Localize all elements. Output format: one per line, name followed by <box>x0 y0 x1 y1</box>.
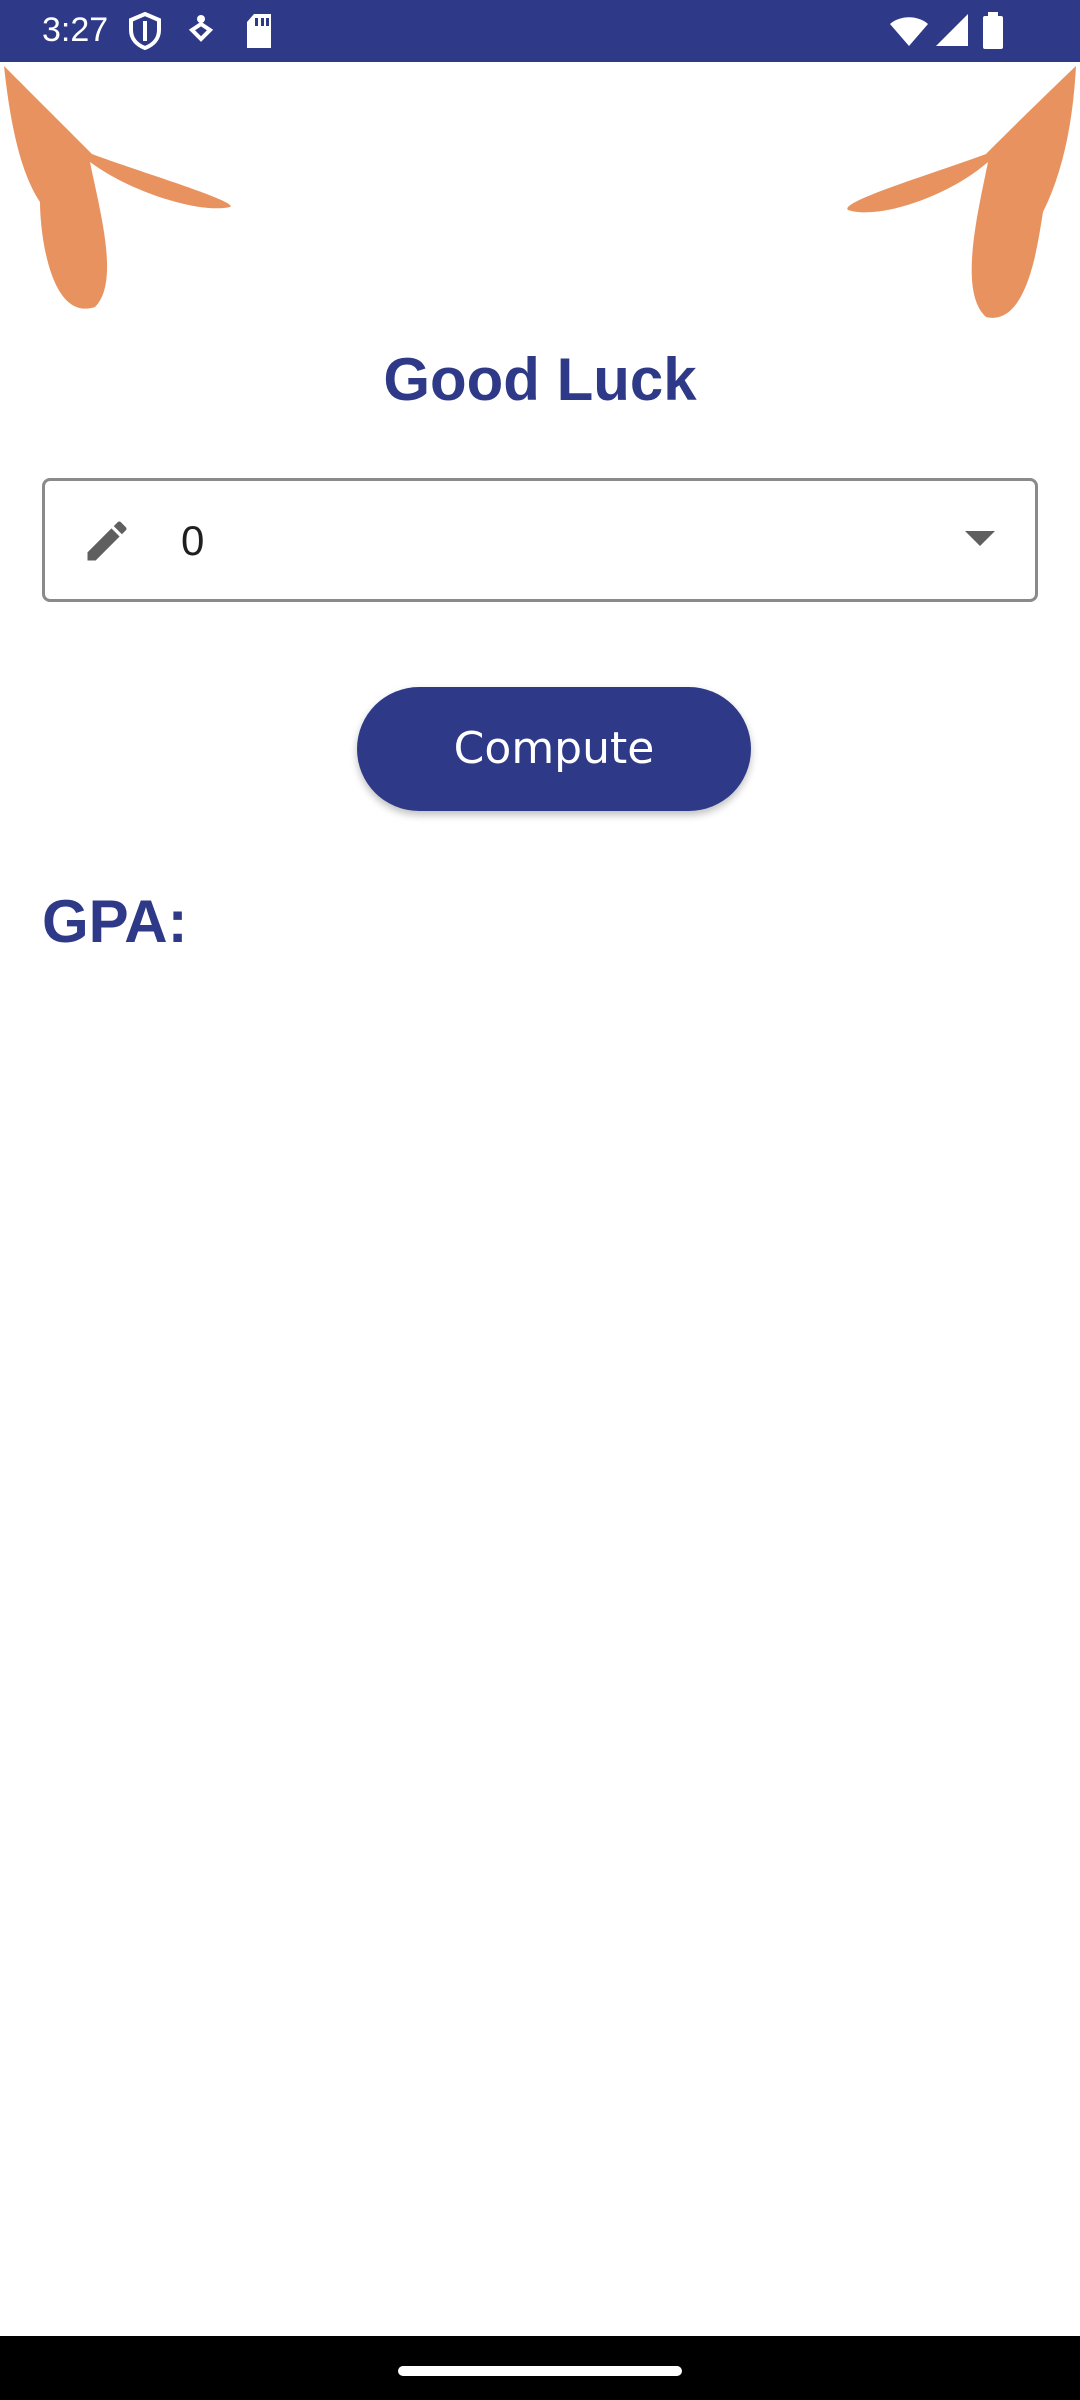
dropdown-arrow-icon[interactable] <box>965 531 995 552</box>
status-bar: 3:27 <box>0 0 1080 62</box>
left-petal-decoration <box>0 62 240 317</box>
field-value: 0 <box>181 517 205 564</box>
grade-select-field[interactable]: 0 <box>42 478 1038 602</box>
right-petal-decoration <box>838 62 1080 327</box>
battery-icon <box>982 12 1004 55</box>
compute-button[interactable]: Compute <box>357 687 751 811</box>
screen: 3:27 Good Luck 0 Compute GPA: <box>0 0 1080 2400</box>
sd-card-icon <box>244 12 274 55</box>
navigation-bar <box>0 2336 1080 2400</box>
wifi-icon <box>888 14 930 53</box>
accessibility-icon <box>188 12 214 55</box>
pencil-icon <box>81 515 133 572</box>
page-title: Good Luck <box>383 346 697 413</box>
signal-icon <box>934 12 970 53</box>
gpa-label: GPA: <box>42 888 188 955</box>
shield-icon <box>128 11 162 55</box>
home-gesture-handle[interactable] <box>398 2366 682 2376</box>
status-time: 3:27 <box>42 11 109 49</box>
